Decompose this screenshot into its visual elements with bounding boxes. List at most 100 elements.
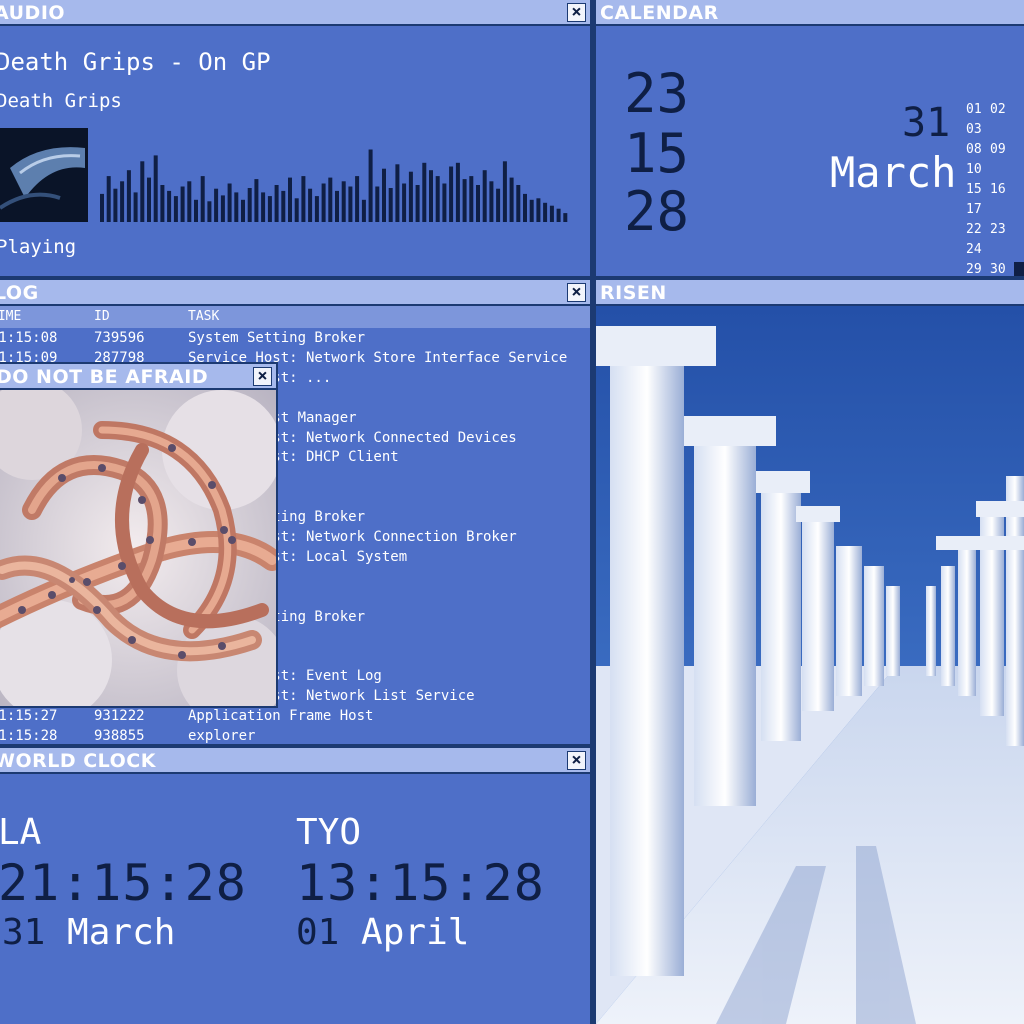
visualizer-bar	[227, 183, 232, 222]
track-title: Death Grips - On GP	[0, 48, 271, 76]
world-clock-titlebar[interactable]: WORLD CLOCK	[0, 748, 590, 774]
visualizer-bar	[536, 198, 541, 222]
risen-titlebar[interactable]: RISEN	[596, 280, 1024, 306]
close-icon: ×	[571, 750, 582, 770]
clock-minute: 15	[624, 122, 690, 185]
world-clock-close-button[interactable]: ×	[567, 751, 586, 770]
visualizer-bar	[180, 186, 185, 222]
visualizer-bar	[247, 188, 252, 222]
visualizer-bar	[140, 161, 145, 222]
visualizer-bar	[254, 179, 259, 222]
calendar-today-marker	[1014, 261, 1024, 276]
date-tyo-day: 01	[296, 912, 340, 953]
visualizer-bar	[274, 185, 279, 222]
visualizer-bar	[429, 170, 433, 222]
calendar-date[interactable]: 22	[966, 220, 990, 240]
calendar-titlebar[interactable]: CALENDAR	[596, 0, 1024, 26]
visualizer-bar	[301, 176, 306, 222]
date-la-month: March	[67, 912, 176, 953]
calendar-date[interactable]: 15	[966, 180, 990, 200]
visualizer-bar	[187, 181, 192, 222]
log-cell-time: 21:15:08	[0, 330, 58, 346]
date-tyo: 01 April	[296, 912, 469, 953]
visualizer-bar	[476, 185, 480, 222]
visualizer-bar	[200, 176, 205, 222]
calendar-date[interactable]: 02	[990, 100, 1014, 120]
audio-visualizer	[100, 149, 568, 222]
visualizer-bar	[489, 181, 494, 222]
visualizer-bar	[314, 196, 319, 222]
calendar-date[interactable]: 09	[990, 140, 1014, 160]
visualizer-bar	[173, 196, 178, 222]
log-title: LOG	[0, 282, 39, 304]
log-row: 21:15:28 938855 explorer	[0, 728, 590, 744]
log-header-id: ID	[94, 309, 110, 324]
calendar-date[interactable]: 16	[990, 180, 1014, 200]
visualizer-bar	[328, 177, 333, 222]
calendar-grid: 01 0203 08 0910 15 1617 22 2324 29 30	[966, 100, 1024, 276]
visualizer-bar	[529, 199, 534, 222]
calendar-date[interactable]: 10	[966, 160, 990, 180]
calendar-title: CALENDAR	[600, 2, 719, 24]
visualizer-bar	[348, 186, 353, 222]
time-tyo: 13:15:28	[296, 854, 545, 912]
audio-close-button[interactable]: ×	[567, 3, 586, 22]
visualizer-bar	[388, 188, 393, 222]
date-tyo-month: April	[361, 912, 470, 953]
audio-titlebar[interactable]: AUDIO	[0, 0, 590, 26]
afraid-titlebar[interactable]: DO NOT BE AFRAID	[0, 364, 276, 390]
calendar-window: CALENDAR 23 15 28 31 March 01 0203 08 0910 1…	[596, 0, 1024, 276]
visualizer-bar	[241, 199, 245, 222]
afraid-close-button[interactable]: ×	[253, 367, 272, 386]
calendar-date[interactable]: 29	[966, 260, 990, 276]
calendar-date[interactable]: 24	[966, 240, 990, 260]
visualizer-bar	[469, 176, 474, 222]
visualizer-bar	[382, 168, 386, 222]
playback-status: Playing	[0, 236, 77, 258]
calendar-date[interactable]: 30	[990, 260, 1014, 276]
log-titlebar[interactable]: LOG	[0, 280, 590, 306]
calendar-week: 08 0910	[966, 140, 1024, 180]
calendar-date[interactable]: 23	[990, 220, 1014, 240]
calendar-date[interactable]: 17	[966, 200, 990, 220]
calendar-month: March	[830, 148, 957, 197]
visualizer-bar	[106, 176, 111, 222]
calendar-date[interactable]: 08	[966, 140, 990, 160]
colonnade-image	[596, 306, 1024, 1024]
log-cell-task: Application Frame Host	[188, 708, 374, 725]
visualizer-bar	[160, 185, 165, 222]
log-row: 21:15:27 931222 Application Frame Host	[0, 708, 590, 728]
visualizer-bar	[415, 185, 420, 222]
calendar-date[interactable]: 01	[966, 100, 990, 120]
visualizer-bar	[220, 195, 225, 222]
visualizer-bar	[556, 208, 561, 222]
calendar-week: 29 30	[966, 260, 1024, 276]
visualizer-bar	[355, 176, 360, 222]
risen-title: RISEN	[600, 282, 667, 304]
visualizer-bar	[408, 171, 413, 222]
visualizer-bar	[294, 198, 299, 222]
visualizer-bar	[288, 177, 292, 222]
visualizer-bar	[261, 192, 266, 222]
log-close-button[interactable]: ×	[567, 283, 586, 302]
calendar-date[interactable]: 03	[966, 120, 990, 140]
log-header-time: TIME	[0, 309, 22, 324]
visualizer-bar	[455, 162, 460, 222]
calendar-week: 01 0203	[966, 100, 1024, 140]
visualizer-bar	[308, 188, 313, 222]
clock-second: 28	[624, 180, 690, 243]
audio-title: AUDIO	[0, 2, 66, 24]
log-cell-id: 938855	[94, 728, 145, 744]
visualizer-bar	[549, 205, 554, 222]
visualizer-bar	[321, 183, 326, 222]
log-row: 21:15:08 739596 System Setting Broker	[0, 330, 590, 350]
close-icon: ×	[257, 366, 268, 386]
log-cell-time: 21:15:27	[0, 708, 58, 725]
visualizer-bar	[395, 164, 400, 222]
calendar-day: 31	[902, 100, 951, 146]
visualizer-bar	[167, 190, 172, 222]
calendar-week: 15 1617	[966, 180, 1024, 220]
log-cell-time: 21:15:28	[0, 728, 58, 744]
time-la: 21:15:28	[0, 854, 247, 912]
visualizer-bar	[482, 170, 487, 222]
